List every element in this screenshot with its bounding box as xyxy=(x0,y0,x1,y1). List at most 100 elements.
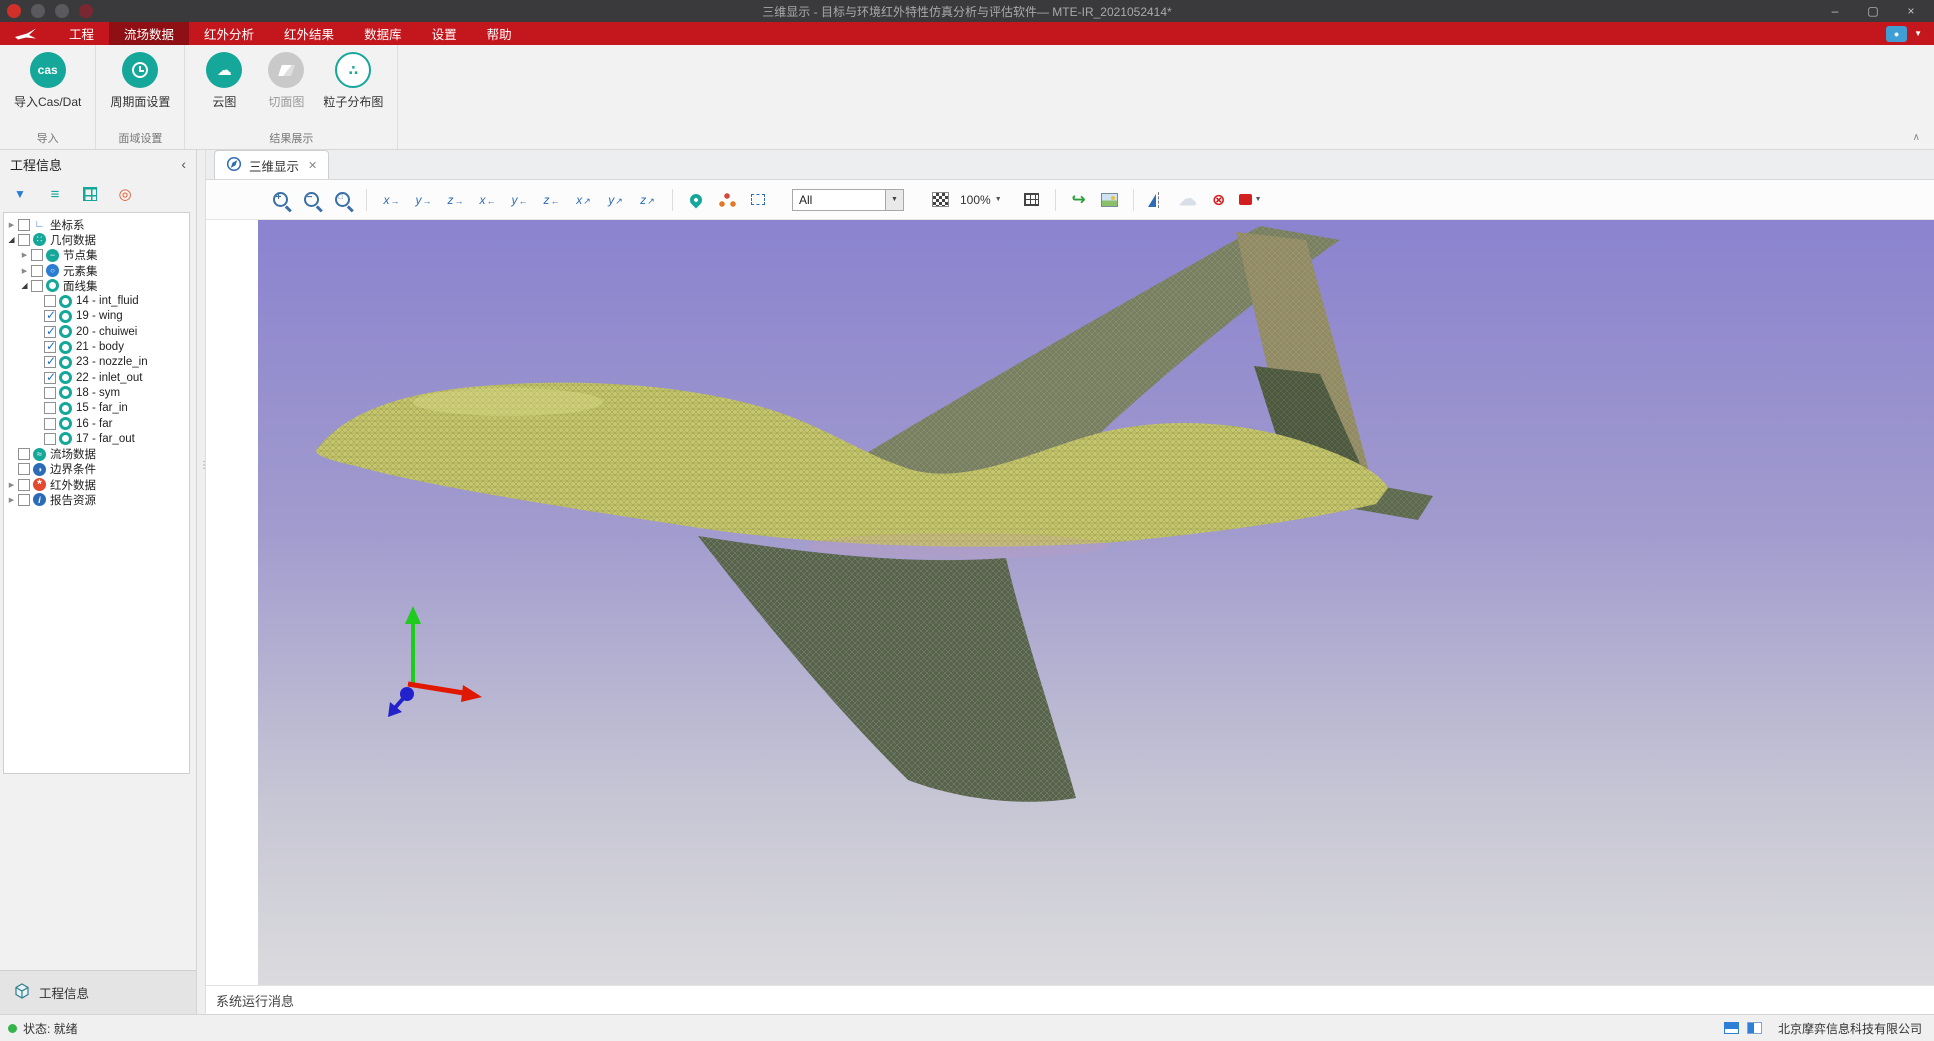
import-cas-dat-button[interactable]: cas导入Cas/Dat xyxy=(8,50,87,129)
view-iso-x-icon[interactable]: x↗ xyxy=(571,193,596,207)
tree-row-surface-20[interactable]: 20 - chuiwei xyxy=(4,324,189,339)
tree-checkbox-surface-14[interactable] xyxy=(44,295,56,307)
close-button[interactable]: × xyxy=(1892,0,1930,22)
tree-row-geometry-data[interactable]: ◢∷几何数据 xyxy=(4,232,189,247)
paint-dropdown-icon[interactable]: ▼ xyxy=(1255,196,1262,203)
select-rectangle-icon[interactable] xyxy=(747,188,769,212)
view-iso-z-icon[interactable]: z↗ xyxy=(635,193,660,207)
node-graph-icon[interactable] xyxy=(716,188,738,212)
view-y-plus-icon[interactable]: y→ xyxy=(411,193,436,207)
tree-row-report-resource[interactable]: ▶i报告资源 xyxy=(4,492,189,507)
maximize-button[interactable]: ▢ xyxy=(1854,0,1892,22)
tree-row-surface-14[interactable]: 14 - int_fluid xyxy=(4,293,189,308)
panel-collapse-icon[interactable]: ‹ xyxy=(181,156,186,172)
tree-row-surface-22[interactable]: 22 - inlet_out xyxy=(4,370,189,385)
tree-row-element-set[interactable]: ▶○元素集 xyxy=(4,263,189,278)
texture-checker-icon[interactable] xyxy=(929,188,951,212)
quick-access-icon-3[interactable] xyxy=(79,4,93,18)
tree-expand-icon[interactable]: ▶ xyxy=(6,481,17,489)
tree-checkbox-surface-22[interactable] xyxy=(44,372,56,384)
layout-toggle-icon-2[interactable] xyxy=(1747,1022,1762,1034)
list-icon[interactable]: ≡ xyxy=(45,184,65,204)
tree-expand-icon[interactable]: ◢ xyxy=(19,281,30,290)
particle-distribution-button[interactable]: ∴粒子分布图 xyxy=(317,50,389,129)
viewport-3d[interactable] xyxy=(258,220,1934,985)
tree-checkbox-node-set[interactable] xyxy=(31,249,43,261)
dock-project-info[interactable]: 工程信息 xyxy=(0,970,196,1014)
tab-3d-display[interactable]: 三维显示 ✕ xyxy=(214,150,329,179)
quick-access-red-icon[interactable] xyxy=(7,4,21,18)
cloud-display-icon[interactable]: ☁ xyxy=(1177,188,1199,212)
tree-checkbox-surface-23[interactable] xyxy=(44,356,56,368)
zoom-level-control[interactable]: 100% ▼ xyxy=(960,193,1002,207)
tree-row-surface-21[interactable]: 21 - body xyxy=(4,339,189,354)
tree-checkbox-surface-18[interactable] xyxy=(44,387,56,399)
layout-toggle-icon-1[interactable] xyxy=(1724,1022,1739,1034)
tree-row-boundary-condition[interactable]: ◑边界条件 xyxy=(4,462,189,477)
zoom-fit-icon[interactable]: □ xyxy=(332,188,354,212)
user-style-icon[interactable]: ● xyxy=(1886,26,1907,42)
zoom-in-icon[interactable]: + xyxy=(270,188,292,212)
view-z-plus-icon[interactable]: z→ xyxy=(443,193,468,207)
view-y-minus-icon[interactable]: y← xyxy=(507,193,532,207)
target-icon[interactable]: ◎ xyxy=(115,184,135,204)
view-iso-y-icon[interactable]: y↗ xyxy=(603,193,628,207)
menu-tab-flow-data[interactable]: 流场数据 xyxy=(109,22,189,45)
zoom-dropdown-icon[interactable]: ▼ xyxy=(995,196,1002,203)
surface-filter-combo[interactable]: All ▼ xyxy=(792,189,904,211)
tree-row-face-set[interactable]: ◢面线集 xyxy=(4,278,189,293)
tree-expand-icon[interactable]: ▶ xyxy=(6,221,17,229)
menu-tab-help[interactable]: 帮助 xyxy=(472,22,527,45)
tree-row-infrared-data[interactable]: ▶*红外数据 xyxy=(4,477,189,492)
tree-checkbox-surface-21[interactable] xyxy=(44,341,56,353)
minimize-button[interactable]: – xyxy=(1816,0,1854,22)
tree-checkbox-report-resource[interactable] xyxy=(18,494,30,506)
cancel-render-icon[interactable]: ⊗ xyxy=(1208,188,1230,212)
tree-checkbox-surface-16[interactable] xyxy=(44,418,56,430)
tree-checkbox-flow-field-data[interactable] xyxy=(18,448,30,460)
menubar-dropdown-icon[interactable]: ▼ xyxy=(1914,29,1922,38)
tab-close-icon[interactable]: ✕ xyxy=(308,159,317,172)
view-x-plus-icon[interactable]: x→ xyxy=(379,193,404,207)
menu-tab-ir-result[interactable]: 红外结果 xyxy=(269,22,349,45)
tree-row-surface-16[interactable]: 16 - far xyxy=(4,416,189,431)
menu-tab-database[interactable]: 数据库 xyxy=(349,22,417,45)
grid-view-icon[interactable] xyxy=(80,184,100,204)
tree-checkbox-infrared-data[interactable] xyxy=(18,479,30,491)
tree-checkbox-geometry-data[interactable] xyxy=(18,234,30,246)
view-x-minus-icon[interactable]: x← xyxy=(475,193,500,207)
panel-splitter[interactable]: ⋮ xyxy=(197,150,206,1014)
tree-checkbox-surface-15[interactable] xyxy=(44,402,56,414)
tree-row-surface-18[interactable]: 18 - sym xyxy=(4,385,189,400)
tree-checkbox-element-set[interactable] xyxy=(31,265,43,277)
mirror-icon[interactable] xyxy=(1146,188,1168,212)
contour-map-button[interactable]: ☁云图 xyxy=(193,50,255,129)
tree-expand-icon[interactable]: ◢ xyxy=(6,235,17,244)
slice-map-button[interactable]: 切面图 xyxy=(255,50,317,129)
quick-access-icon-2[interactable] xyxy=(55,4,69,18)
tree-row-surface-17[interactable]: 17 - far_out xyxy=(4,431,189,446)
periodic-face-setting-button[interactable]: 周期面设置 xyxy=(104,50,176,129)
combo-dropdown-icon[interactable]: ▼ xyxy=(885,190,903,210)
ribbon-collapse-icon[interactable]: ∧ xyxy=(1913,132,1920,143)
menu-tab-project[interactable]: 工程 xyxy=(54,22,109,45)
tree-checkbox-surface-19[interactable] xyxy=(44,310,56,322)
locate-pin-icon[interactable] xyxy=(685,188,707,212)
screenshot-image-icon[interactable] xyxy=(1099,188,1121,212)
tree-expand-icon[interactable]: ▶ xyxy=(19,267,30,275)
tree-row-surface-23[interactable]: 23 - nozzle_in xyxy=(4,355,189,370)
filter-icon[interactable]: ▼ xyxy=(10,184,30,204)
tree-row-surface-15[interactable]: 15 - far_in xyxy=(4,401,189,416)
tree-checkbox-surface-20[interactable] xyxy=(44,326,56,338)
tree-row-flow-field-data[interactable]: ≈流场数据 xyxy=(4,446,189,461)
tree-checkbox-surface-17[interactable] xyxy=(44,433,56,445)
tree-row-node-set[interactable]: ▶−节点集 xyxy=(4,248,189,263)
menu-tab-settings[interactable]: 设置 xyxy=(417,22,472,45)
zoom-out-icon[interactable]: − xyxy=(301,188,323,212)
tree-row-coordinate-system[interactable]: ▶∟坐标系 xyxy=(4,217,189,232)
paint-fill-icon[interactable]: ▼ xyxy=(1239,188,1262,212)
mesh-grid-icon[interactable] xyxy=(1021,188,1043,212)
tree-checkbox-face-set[interactable] xyxy=(31,280,43,292)
export-share-icon[interactable]: ↪ xyxy=(1068,188,1090,212)
tree-expand-icon[interactable]: ▶ xyxy=(6,496,17,504)
